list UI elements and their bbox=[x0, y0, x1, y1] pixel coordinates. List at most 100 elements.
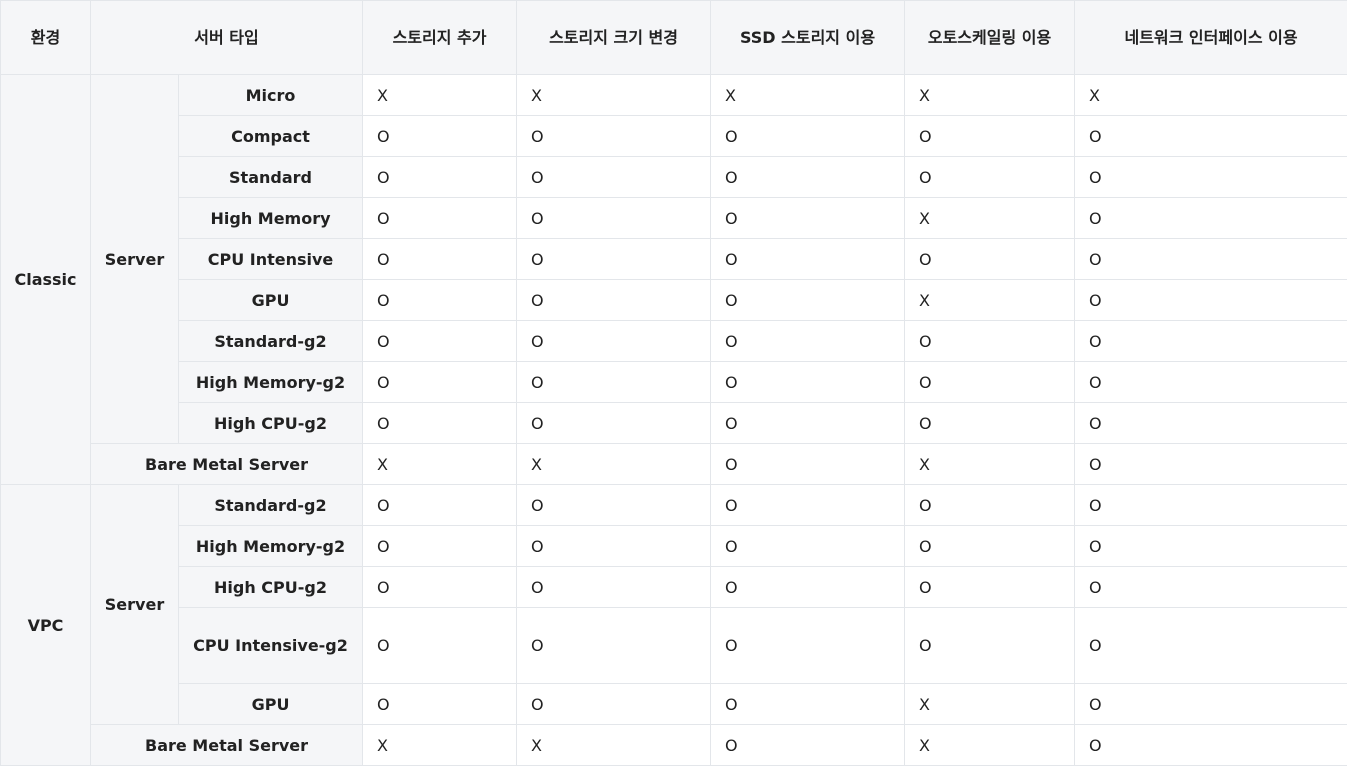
value-cell: O bbox=[362, 156, 518, 198]
value-cell: O bbox=[516, 279, 712, 321]
value-cell: O bbox=[362, 402, 518, 444]
value-cell: O bbox=[1074, 443, 1347, 485]
table-row: High CPU-g2 O O O O O bbox=[1, 402, 1347, 444]
value-cell: O bbox=[516, 238, 712, 280]
table-row: High CPU-g2 O O O O O bbox=[1, 566, 1347, 608]
header-network-interface: 네트워크 인터페이스 이용 bbox=[1074, 0, 1347, 75]
server-group-vpc: Server bbox=[90, 484, 179, 725]
server-type-cell: Standard-g2 bbox=[177, 320, 364, 362]
value-cell: O bbox=[362, 279, 518, 321]
value-cell: O bbox=[516, 402, 712, 444]
server-type-cell: GPU bbox=[177, 683, 364, 725]
server-type-cell: Micro bbox=[177, 74, 364, 116]
server-type-cell: High CPU-g2 bbox=[177, 402, 364, 444]
value-cell: O bbox=[1074, 361, 1347, 403]
env-vpc: VPC bbox=[0, 484, 91, 766]
table-row: High Memory-g2 O O O O O bbox=[1, 525, 1347, 567]
value-cell: O bbox=[516, 320, 712, 362]
value-cell: O bbox=[710, 320, 906, 362]
header-ssd-storage: SSD 스토리지 이용 bbox=[710, 0, 906, 75]
value-cell: O bbox=[710, 484, 906, 526]
value-cell: O bbox=[904, 115, 1076, 157]
server-feature-table: 환경 서버 타입 스토리지 추가 스토리지 크기 변경 SSD 스토리지 이용 … bbox=[0, 0, 1347, 766]
value-cell: X bbox=[904, 724, 1076, 766]
value-cell: O bbox=[710, 683, 906, 725]
value-cell: O bbox=[362, 607, 518, 684]
value-cell: O bbox=[904, 361, 1076, 403]
value-cell: O bbox=[904, 238, 1076, 280]
value-cell: O bbox=[1074, 320, 1347, 362]
value-cell: O bbox=[362, 361, 518, 403]
value-cell: X bbox=[904, 74, 1076, 116]
table-row: Standard O O O O O bbox=[1, 156, 1347, 198]
value-cell: X bbox=[1074, 74, 1347, 116]
value-cell: O bbox=[1074, 607, 1347, 684]
table-row: CPU Intensive O O O O O bbox=[1, 238, 1347, 280]
value-cell: O bbox=[1074, 156, 1347, 198]
server-type-cell: Compact bbox=[177, 115, 364, 157]
value-cell: O bbox=[710, 724, 906, 766]
value-cell: O bbox=[710, 156, 906, 198]
value-cell: O bbox=[710, 238, 906, 280]
value-cell: X bbox=[904, 683, 1076, 725]
value-cell: X bbox=[516, 74, 712, 116]
header-storage-add: 스토리지 추가 bbox=[362, 0, 518, 75]
value-cell: O bbox=[710, 279, 906, 321]
value-cell: O bbox=[516, 156, 712, 198]
table-row: Standard-g2 O O O O O bbox=[1, 320, 1347, 362]
server-type-cell: Standard bbox=[177, 156, 364, 198]
server-group-classic: Server bbox=[90, 74, 179, 444]
value-cell: O bbox=[904, 525, 1076, 567]
value-cell: O bbox=[516, 197, 712, 239]
table-row: GPU O O O X O bbox=[1, 683, 1347, 725]
value-cell: O bbox=[516, 525, 712, 567]
value-cell: O bbox=[362, 238, 518, 280]
value-cell: O bbox=[710, 443, 906, 485]
table-row: CPU Intensive-g2 O O O O O bbox=[1, 607, 1347, 684]
value-cell: O bbox=[1074, 566, 1347, 608]
value-cell: O bbox=[516, 361, 712, 403]
value-cell: O bbox=[362, 484, 518, 526]
server-type-cell: High CPU-g2 bbox=[177, 566, 364, 608]
table-row: Classic Server Micro X X X X X bbox=[0, 74, 1347, 485]
value-cell: O bbox=[1074, 484, 1347, 526]
value-cell: O bbox=[362, 683, 518, 725]
value-cell: X bbox=[904, 279, 1076, 321]
env-classic: Classic bbox=[0, 74, 91, 485]
value-cell: O bbox=[516, 484, 712, 526]
header-row: 환경 서버 타입 스토리지 추가 스토리지 크기 변경 SSD 스토리지 이용 … bbox=[0, 0, 1347, 75]
value-cell: O bbox=[516, 683, 712, 725]
table-row: GPU O O O X O bbox=[1, 279, 1347, 321]
table-row: Compact O O O O O bbox=[1, 115, 1347, 157]
value-cell: O bbox=[1074, 279, 1347, 321]
value-cell: O bbox=[1074, 115, 1347, 157]
value-cell: O bbox=[904, 484, 1076, 526]
value-cell: X bbox=[904, 197, 1076, 239]
value-cell: O bbox=[362, 197, 518, 239]
table-row: VPC Server Standard-g2 O O O O O bbox=[0, 484, 1347, 766]
header-server-type: 서버 타입 bbox=[89, 0, 364, 75]
server-type-cell: High Memory-g2 bbox=[177, 525, 364, 567]
value-cell: O bbox=[710, 566, 906, 608]
value-cell: O bbox=[1074, 197, 1347, 239]
header-env: 환경 bbox=[0, 0, 91, 75]
server-type-cell: CPU Intensive bbox=[177, 238, 364, 280]
value-cell: O bbox=[904, 566, 1076, 608]
value-cell: X bbox=[904, 443, 1076, 485]
table-row: High Memory O O O X O bbox=[1, 197, 1347, 239]
table-row: Bare Metal Server X X O X O bbox=[1, 724, 1347, 766]
table-row: High Memory-g2 O O O O O bbox=[1, 361, 1347, 403]
value-cell: O bbox=[1074, 525, 1347, 567]
server-type-cell: CPU Intensive-g2 bbox=[177, 607, 364, 684]
value-cell: O bbox=[710, 402, 906, 444]
table-row: Bare Metal Server X X O X O bbox=[1, 443, 1347, 485]
value-cell: O bbox=[362, 115, 518, 157]
value-cell: O bbox=[710, 361, 906, 403]
server-type-cell: Bare Metal Server bbox=[89, 443, 364, 485]
value-cell: X bbox=[516, 724, 712, 766]
value-cell: O bbox=[710, 525, 906, 567]
header-storage-resize: 스토리지 크기 변경 bbox=[516, 0, 712, 75]
value-cell: O bbox=[516, 115, 712, 157]
value-cell: X bbox=[516, 443, 712, 485]
server-type-cell: GPU bbox=[177, 279, 364, 321]
